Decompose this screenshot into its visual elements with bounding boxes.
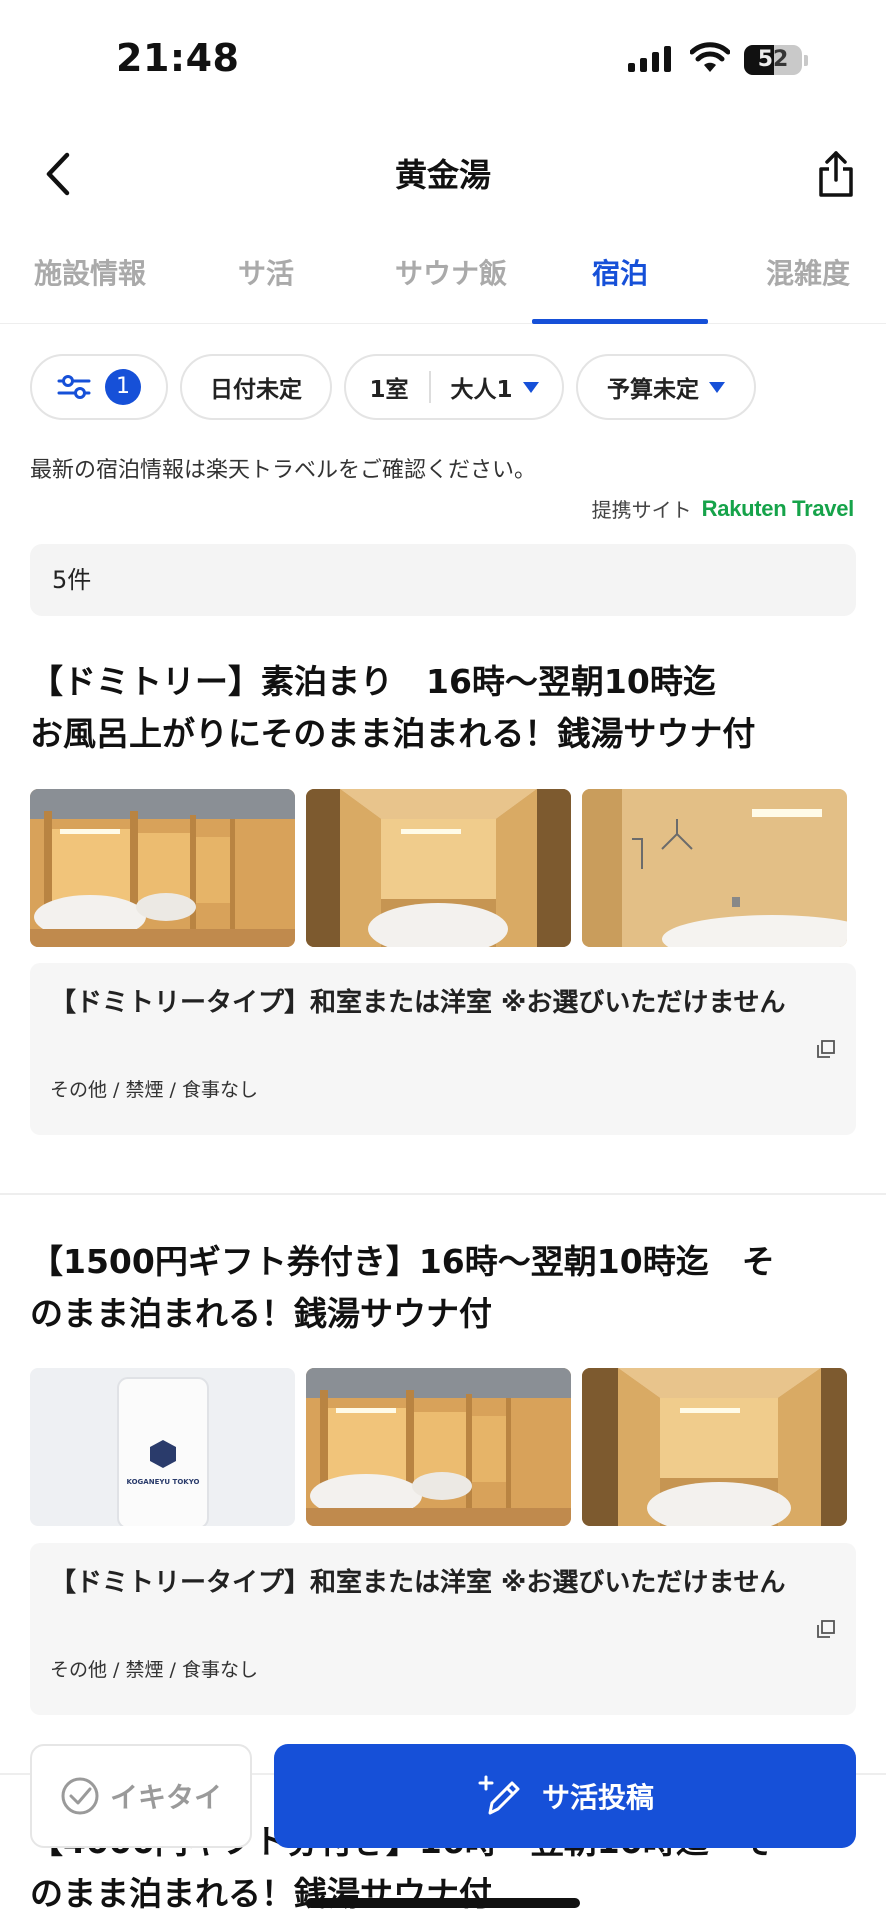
ikitai-label: イキタイ [109, 1781, 222, 1814]
battery-icon: 52 [744, 45, 802, 75]
filter-settings-chip[interactable]: 1 [30, 354, 168, 420]
status-bar: 21:48 52 [0, 0, 886, 110]
room-type-box[interactable]: 【ドミトリータイプ】和室または洋室 ※お選びいただけません その他 / 禁煙 /… [30, 1543, 856, 1715]
cellular-signal-icon [628, 46, 671, 72]
chip-divider [428, 371, 431, 403]
check-circle-icon [61, 1777, 99, 1815]
back-button[interactable] [30, 142, 86, 206]
plan-title-line: のまま泊まれる！銭湯サウナ付 [30, 1294, 492, 1333]
battery-tip [804, 55, 808, 66]
dormitory-photo[interactable] [30, 789, 295, 947]
tab-sauna-meal[interactable]: サウナ飯 [376, 252, 526, 292]
rooms-label: 1室 [369, 377, 409, 403]
room-type-title: 【ドミトリータイプ】和室または洋室 ※お選びいただけません [50, 988, 786, 1018]
budget-chip-label: 予算未定 [607, 377, 699, 403]
results-count: 5件 [30, 544, 856, 616]
room-type-meta: その他 / 禁煙 / 食事なし [50, 1079, 258, 1101]
chevron-left-icon [46, 152, 70, 196]
page-title: 黄金湯 [394, 156, 491, 194]
capsule-photo[interactable] [306, 789, 571, 947]
ikitai-button[interactable]: イキタイ [30, 1744, 252, 1848]
notice-text: 最新の宿泊情報は楽天トラベルをご確認ください。 [30, 458, 537, 483]
plan-title-line: 【ドミトリー】素泊まり 16時〜翌朝10時迄 [30, 662, 716, 701]
share-button[interactable] [806, 142, 866, 206]
sliders-icon [57, 375, 91, 399]
external-link-icon [817, 1040, 835, 1058]
wifi-icon [690, 42, 730, 72]
capsule-photo[interactable] [582, 1368, 847, 1526]
adults-label: 大人1 [450, 377, 513, 403]
plan-title-line: お風呂上がりにそのまま泊まれる！銭湯サウナ付 [30, 714, 756, 753]
date-chip-label: 日付未定 [210, 377, 302, 403]
plan-images [30, 789, 847, 947]
external-link-icon [817, 1620, 835, 1638]
dormitory-photo[interactable] [306, 1368, 571, 1526]
towel-logo-text: KOGANEYU TOKYO [127, 1478, 200, 1486]
room-type-title: 【ドミトリータイプ】和室または洋室 ※お選びいただけません [50, 1568, 786, 1598]
plan-title-line: 【1500円ギフト券付き】16時〜翌朝10時迄 そ [30, 1242, 775, 1281]
plan-title-line: のまま泊まれる！銭湯サウナ付 [30, 1874, 492, 1913]
pen-plus-icon [478, 1775, 520, 1815]
room-type-meta: その他 / 禁煙 / 食事なし [50, 1659, 258, 1681]
filter-count-badge: 1 [105, 369, 141, 405]
rakuten-travel-logo[interactable]: Rakuten Travel [702, 496, 855, 522]
room-type-box[interactable]: 【ドミトリータイプ】和室または洋室 ※お選びいただけません その他 / 禁煙 /… [30, 963, 856, 1135]
tab-stay[interactable]: 宿泊 [570, 252, 670, 292]
section-divider [0, 1193, 886, 1195]
towel-photo[interactable]: KOGANEYU TOKYO [30, 1368, 295, 1526]
home-indicator [306, 1898, 580, 1908]
room-guest-chip[interactable]: 1室 大人1 [344, 354, 564, 420]
battery-level: 52 [757, 47, 789, 72]
tab-sakatsu[interactable]: サ活 [222, 252, 310, 292]
budget-chip[interactable]: 予算未定 [576, 354, 756, 420]
plan-card[interactable]: 【1500円ギフト券付き】16時〜翌朝10時迄 そ のまま泊まれる！銭湯サウナ付… [30, 1236, 856, 1715]
active-tab-indicator [532, 319, 708, 324]
partner-label: 提携サイト [591, 498, 692, 522]
caret-down-icon [709, 381, 725, 393]
header: 黄金湯 [0, 130, 886, 220]
share-icon [819, 151, 853, 197]
tab-congestion[interactable]: 混雑度 [748, 252, 868, 292]
bottom-action-bar: イキタイ サ活投稿 [30, 1744, 856, 1848]
plan-images: KOGANEYU TOKYO [30, 1368, 847, 1526]
plan-card[interactable]: 【ドミトリー】素泊まり 16時〜翌朝10時迄 お風呂上がりにそのまま泊まれる！銭… [30, 656, 856, 1135]
post-sakatsu-button[interactable]: サ活投稿 [274, 1744, 856, 1848]
tab-facility-info[interactable]: 施設情報 [30, 252, 150, 292]
post-label: サ活投稿 [541, 1781, 654, 1814]
caret-down-icon [522, 381, 539, 393]
status-time: 21:48 [116, 36, 240, 80]
capsule-interior-photo[interactable] [582, 789, 847, 947]
tab-bar: 施設情報 サ活 サウナ飯 宿泊 混雑度 [0, 240, 886, 324]
date-chip[interactable]: 日付未定 [180, 354, 332, 420]
partner-site: 提携サイト Rakuten Travel [591, 494, 855, 523]
